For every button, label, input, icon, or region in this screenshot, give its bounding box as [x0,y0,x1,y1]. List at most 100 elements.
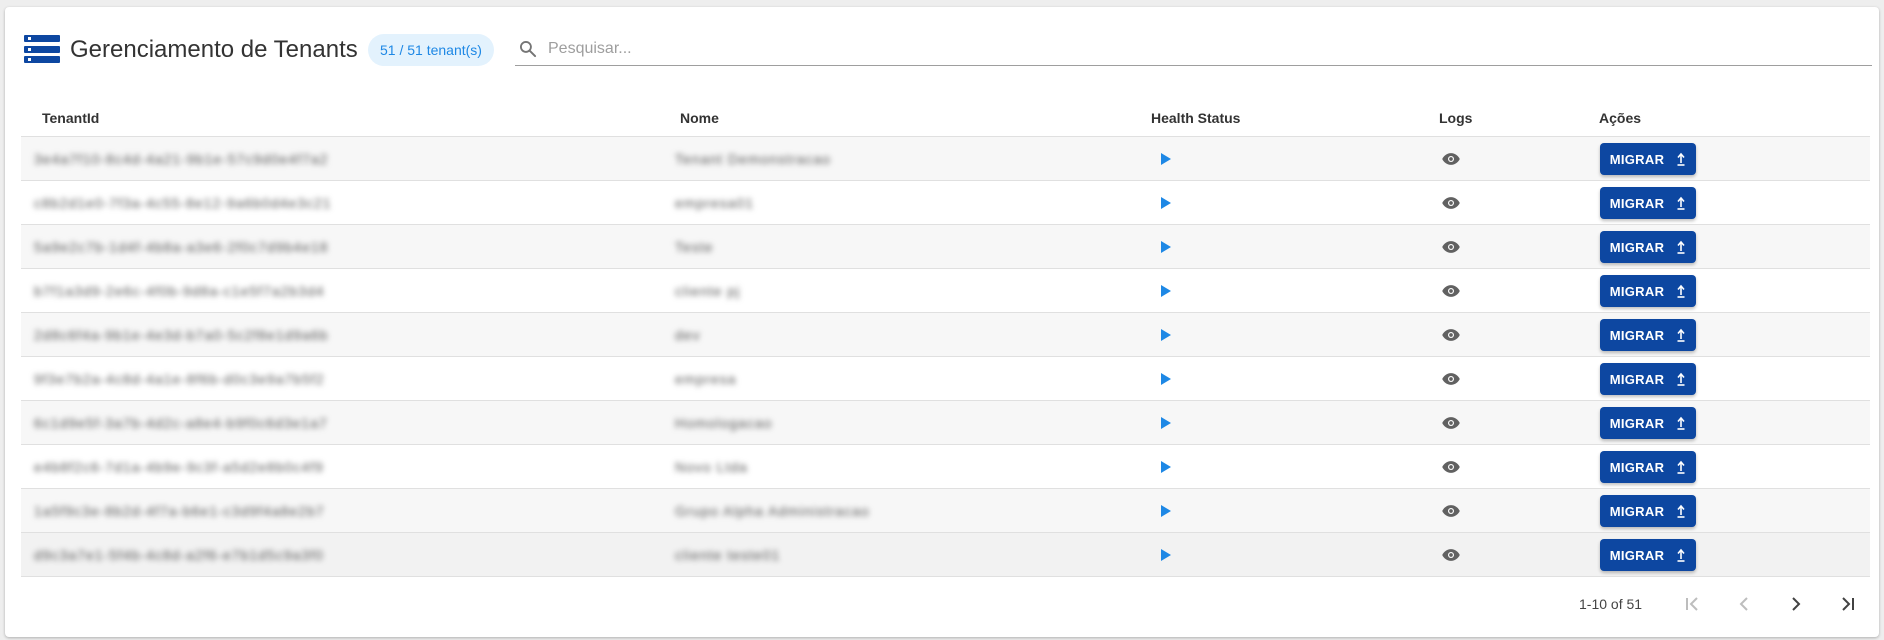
eye-icon[interactable] [1441,457,1461,477]
logs-cell [1441,401,1461,445]
eye-icon[interactable] [1441,149,1461,169]
tenant-id-cell: 6c1d9e5f-3a7b-4d2c-a8e4-b9f0c6d3e1a7 [34,401,328,445]
actions-cell: MIGRAR [1600,533,1696,577]
table-body: 3e4a7f10-8c4d-4a21-9b1e-57c9d0e4f7a2 Ten… [21,137,1870,577]
tenant-id-text: 3e4a7f10-8c4d-4a21-9b1e-57c9d0e4f7a2 [34,151,329,167]
eye-icon[interactable] [1441,325,1461,345]
upload-arrow-icon [1677,548,1685,562]
column-header-health-status[interactable]: Health Status [1151,110,1240,126]
migrar-button[interactable]: MIGRAR [1600,495,1696,527]
tenant-name-text: cliente pj [675,283,741,299]
tenant-id-cell: 1a5f9c3e-8b2d-4f7a-b6e1-c3d9f4a8e2b7 [34,489,325,533]
column-header-logs[interactable]: Logs [1439,110,1472,126]
eye-icon[interactable] [1441,501,1461,521]
table-row: e4b8f2c6-7d1a-4b9e-9c3f-a5d2e8b0c4f9 Nov… [21,445,1870,489]
tenants-card: Gerenciamento de Tenants 51 / 51 tenant(… [5,7,1879,637]
play-icon[interactable] [1159,240,1173,254]
column-header-nome[interactable]: Nome [680,110,719,126]
tenant-name-text: Novo Ltda [675,459,748,475]
tenant-name-text: empresa [675,371,737,387]
play-icon[interactable] [1159,416,1173,430]
upload-arrow-icon [1677,152,1685,166]
health-status-cell [1159,445,1173,489]
migrar-button-label: MIGRAR [1609,547,1665,563]
play-icon[interactable] [1159,284,1173,298]
eye-icon[interactable] [1441,193,1461,213]
tenant-name-cell: empresa [675,357,736,401]
health-status-cell [1159,225,1173,269]
pagination: 1-10 of 51 [5,587,1879,621]
tenant-name-text: Homologacao [675,415,773,431]
table-row: 3e4a7f10-8c4d-4a21-9b1e-57c9d0e4f7a2 Ten… [21,137,1870,181]
tenant-name-cell: cliente teste01 [675,533,780,577]
migrar-button[interactable]: MIGRAR [1600,143,1696,175]
tenant-id-text: b7f1a3d9-2e6c-4f0b-9d8a-c1e5f7a2b3d4 [34,283,325,299]
actions-cell: MIGRAR [1600,181,1696,225]
search-input[interactable] [548,36,1848,62]
eye-icon[interactable] [1441,369,1461,389]
column-header-acoes[interactable]: Ações [1599,110,1641,126]
search-field[interactable] [515,31,1872,66]
health-status-cell [1159,181,1173,225]
actions-cell: MIGRAR [1600,401,1696,445]
play-icon[interactable] [1159,372,1173,386]
tenant-name-cell: cliente pj [675,269,740,313]
tenant-id-cell: 2d8c6f4a-9b1e-4e3d-b7a0-5c2f8e1d9a6b [34,313,328,357]
server-list-icon [24,35,60,63]
logs-cell [1441,137,1461,181]
tenant-id-cell: d9c3a7e1-5f4b-4c8d-a2f6-e7b1d5c9a3f0 [34,533,324,577]
play-icon[interactable] [1159,328,1173,342]
eye-icon[interactable] [1441,545,1461,565]
play-icon[interactable] [1159,460,1173,474]
play-icon[interactable] [1159,152,1173,166]
play-icon[interactable] [1159,504,1173,518]
logs-cell [1441,533,1461,577]
migrar-button[interactable]: MIGRAR [1600,319,1696,351]
upload-arrow-icon [1677,284,1685,298]
health-status-cell [1159,269,1173,313]
migrar-button[interactable]: MIGRAR [1600,539,1696,571]
migrar-button[interactable]: MIGRAR [1600,407,1696,439]
tenant-id-text: c8b2d1e0-7f3a-4c55-8e12-9a6b0d4e3c21 [34,195,332,211]
play-icon[interactable] [1159,196,1173,210]
tenant-id-text: 9f3e7b2a-4c8d-4a1e-8f6b-d0c3e9a7b5f2 [34,371,325,387]
tenant-name-cell: empresa01 [675,181,754,225]
last-page-icon[interactable] [1836,592,1860,616]
tenant-id-text: 6c1d9e5f-3a7b-4d2c-a8e4-b9f0c6d3e1a7 [34,415,328,431]
eye-icon[interactable] [1441,413,1461,433]
actions-cell: MIGRAR [1600,269,1696,313]
column-header-tenantid[interactable]: TenantId [42,110,99,126]
migrar-button-label: MIGRAR [1609,459,1665,475]
first-page-icon[interactable] [1680,592,1704,616]
actions-cell: MIGRAR [1600,313,1696,357]
migrar-button[interactable]: MIGRAR [1600,275,1696,307]
play-icon[interactable] [1159,548,1173,562]
logs-cell [1441,489,1461,533]
next-page-icon[interactable] [1784,592,1808,616]
migrar-button-label: MIGRAR [1609,415,1665,431]
migrar-button[interactable]: MIGRAR [1600,363,1696,395]
migrar-button[interactable]: MIGRAR [1600,451,1696,483]
migrar-button-label: MIGRAR [1609,239,1665,255]
previous-page-icon[interactable] [1732,592,1756,616]
tenant-name-cell: Grupo Alpha Administracao [675,489,870,533]
tenant-id-cell: e4b8f2c6-7d1a-4b9e-9c3f-a5d2e8b0c4f9 [34,445,324,489]
table-row: 5a9e2c7b-1d4f-4b8a-a3e6-2f0c7d9b4e18 Tes… [21,225,1870,269]
tenant-id-cell: c8b2d1e0-7f3a-4c55-8e12-9a6b0d4e3c21 [34,181,332,225]
tenant-name-text: Teste [675,239,714,255]
upload-arrow-icon [1677,196,1685,210]
tenant-name-cell: Homologacao [675,401,772,445]
actions-cell: MIGRAR [1600,225,1696,269]
eye-icon[interactable] [1441,281,1461,301]
tenant-name-text: Tenant Demonstracao [675,151,831,167]
migrar-button[interactable]: MIGRAR [1600,187,1696,219]
health-status-cell [1159,357,1173,401]
health-status-cell [1159,401,1173,445]
migrar-button[interactable]: MIGRAR [1600,231,1696,263]
eye-icon[interactable] [1441,237,1461,257]
tenant-id-text: 1a5f9c3e-8b2d-4f7a-b6e1-c3d9f4a8e2b7 [34,503,325,519]
upload-arrow-icon [1677,328,1685,342]
table-row: c8b2d1e0-7f3a-4c55-8e12-9a6b0d4e3c21 emp… [21,181,1870,225]
table-row: 6c1d9e5f-3a7b-4d2c-a8e4-b9f0c6d3e1a7 Hom… [21,401,1870,445]
health-status-cell [1159,533,1173,577]
